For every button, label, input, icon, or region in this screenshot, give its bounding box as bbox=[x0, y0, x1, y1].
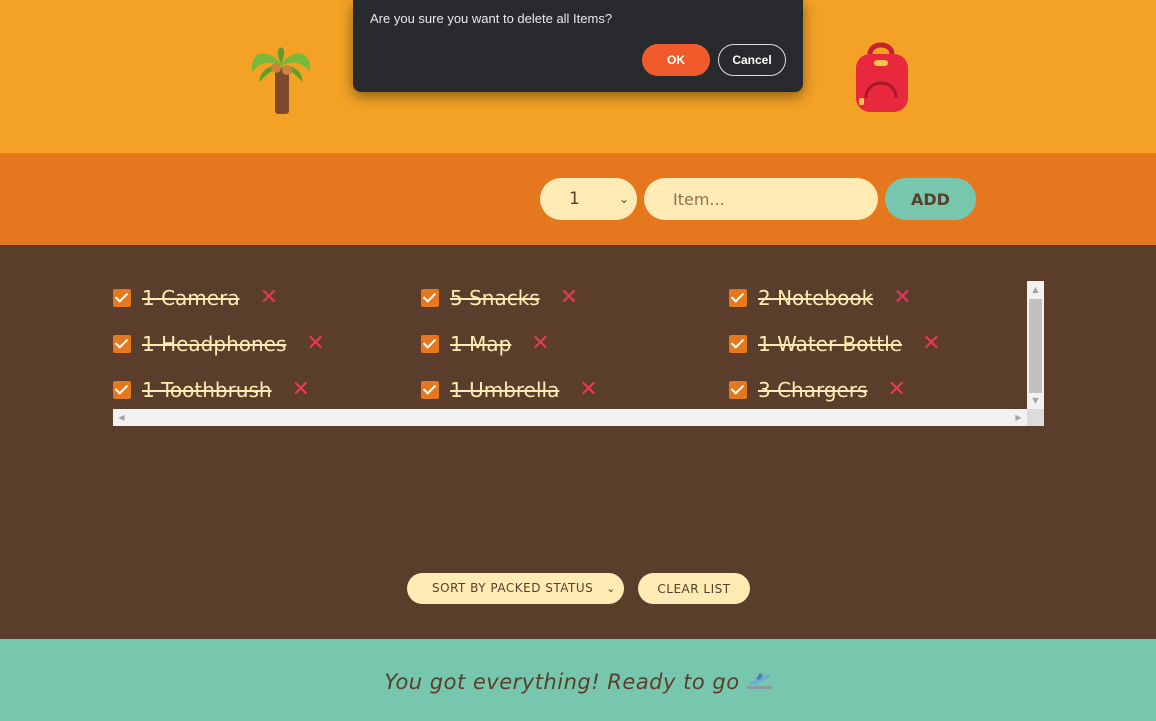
sort-value: SORT BY PACKED STATUS bbox=[432, 581, 594, 595]
footer-stats: You got everything! Ready to go bbox=[0, 670, 1156, 694]
add-item-form: What do you need for your trip? 1 ⌄ ADD bbox=[0, 153, 1156, 363]
palm-tree-icon bbox=[251, 47, 311, 114]
list-item: 1 Water Bottle ✕ bbox=[729, 329, 941, 359]
cross-mark-icon[interactable]: ✕ bbox=[306, 333, 324, 355]
list-actions: SORT BY PACKED STATUS ⌄ CLEAR LIST bbox=[0, 573, 1156, 604]
quantity-select[interactable]: 1 ⌄ bbox=[540, 178, 637, 220]
confirm-dialog: Are you sure you want to delete all Item… bbox=[353, 0, 803, 92]
item-label: 1 Water Bottle bbox=[758, 332, 903, 356]
stats-footer: You got everything! Ready to go bbox=[0, 639, 1156, 721]
backpack-icon bbox=[856, 42, 908, 112]
packed-checkbox[interactable] bbox=[421, 289, 439, 307]
sort-select[interactable]: SORT BY PACKED STATUS ⌄ bbox=[407, 573, 624, 604]
cross-mark-icon[interactable]: ✕ bbox=[292, 379, 310, 401]
packed-checkbox[interactable] bbox=[113, 381, 131, 399]
list-item: 1 Camera ✕ bbox=[113, 283, 278, 313]
packed-checkbox[interactable] bbox=[729, 289, 747, 307]
footer-message: You got everything! Ready to go bbox=[384, 670, 740, 694]
cross-mark-icon[interactable]: ✕ bbox=[922, 333, 940, 355]
item-label: 3 Chargers bbox=[758, 378, 868, 402]
item-label: 2 Notebook bbox=[758, 286, 874, 310]
packed-checkbox[interactable] bbox=[729, 335, 747, 353]
chevron-down-icon: ⌄ bbox=[618, 192, 629, 206]
list-item: 1 Headphones ✕ bbox=[113, 329, 325, 359]
quantity-value: 1 bbox=[569, 189, 580, 209]
cross-mark-icon[interactable]: ✕ bbox=[893, 287, 911, 309]
chevron-down-icon: ⌄ bbox=[606, 582, 616, 595]
item-label: 5 Snacks bbox=[450, 286, 540, 310]
cross-mark-icon[interactable]: ✕ bbox=[888, 379, 906, 401]
scrollbar-thumb[interactable] bbox=[1029, 299, 1042, 393]
scroll-up-icon[interactable]: ▲ bbox=[1027, 281, 1044, 298]
scroll-left-icon[interactable]: ◀ bbox=[113, 409, 130, 426]
cross-mark-icon[interactable]: ✕ bbox=[531, 333, 549, 355]
cancel-button[interactable]: Cancel bbox=[718, 44, 786, 76]
list-item: 1 Umbrella ✕ bbox=[421, 375, 598, 405]
item-label: 1 Headphones bbox=[142, 332, 287, 356]
dialog-message: Are you sure you want to delete all Item… bbox=[370, 11, 613, 26]
packed-checkbox[interactable] bbox=[729, 381, 747, 399]
list-item: 1 Map ✕ bbox=[421, 329, 550, 359]
scroll-down-icon[interactable]: ▼ bbox=[1027, 392, 1044, 409]
scroll-right-icon[interactable]: ▶ bbox=[1010, 409, 1027, 426]
list-item: 1 Toothbrush ✕ bbox=[113, 375, 310, 405]
ok-button[interactable]: OK bbox=[642, 44, 710, 76]
cross-mark-icon[interactable]: ✕ bbox=[260, 287, 278, 309]
clear-list-button[interactable]: CLEAR LIST bbox=[638, 573, 750, 604]
list-item: 5 Snacks ✕ bbox=[421, 283, 578, 313]
packing-list: 1 Camera ✕ 5 Snacks ✕ 2 Notebook ✕ 1 Hea… bbox=[113, 281, 1044, 426]
item-label: 1 Camera bbox=[142, 286, 240, 310]
packed-checkbox[interactable] bbox=[421, 335, 439, 353]
packed-checkbox[interactable] bbox=[421, 381, 439, 399]
packed-checkbox[interactable] bbox=[113, 335, 131, 353]
item-label: 1 Toothbrush bbox=[142, 378, 272, 402]
scrollbar-corner bbox=[1027, 409, 1044, 426]
list-item: 3 Chargers ✕ bbox=[729, 375, 906, 405]
packed-checkbox[interactable] bbox=[113, 289, 131, 307]
add-button[interactable]: ADD bbox=[885, 178, 976, 220]
horizontal-scrollbar[interactable]: ◀ ▶ bbox=[113, 409, 1027, 426]
item-label: 1 Umbrella bbox=[450, 378, 560, 402]
item-input[interactable] bbox=[644, 178, 878, 220]
cross-mark-icon[interactable]: ✕ bbox=[560, 287, 578, 309]
list-item: 2 Notebook ✕ bbox=[729, 283, 912, 313]
airplane-icon bbox=[745, 673, 772, 689]
vertical-scrollbar[interactable]: ▲ ▼ bbox=[1027, 281, 1044, 409]
cross-mark-icon[interactable]: ✕ bbox=[579, 379, 597, 401]
item-label: 1 Map bbox=[450, 332, 512, 356]
